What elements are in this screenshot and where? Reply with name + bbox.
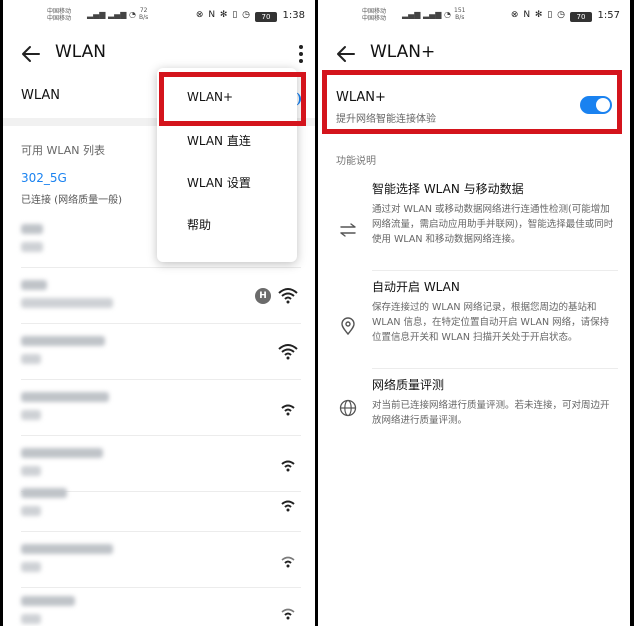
list-item[interactable] (3, 584, 315, 626)
blurred-detail (21, 466, 41, 476)
list-item[interactable] (3, 476, 315, 532)
page-title: WLAN+ (370, 42, 436, 62)
signal-icon: ▂▄▆ ▂▄▆ ◔ (402, 10, 451, 19)
menu-item-wlan-settings[interactable]: WLAN 设置 (187, 174, 251, 191)
wifi-icon (281, 460, 295, 472)
screenshot-pair: 中国移动 中国移动 ▂▄▆ ▂▄▆ ◔ 72 B/s ⊗ N ✻ ▯ ◷ 70 … (0, 0, 634, 626)
globe-icon (339, 399, 357, 417)
wifi-icon (281, 500, 295, 512)
network-speed: 72 B/s (139, 7, 148, 21)
feature-title: 网络质量评测 (372, 378, 445, 392)
system-icons: ⊗ N ✻ ▯ ◷ (195, 10, 251, 20)
speed-unit: B/s (455, 14, 465, 21)
status-bar: 中国移动 中国移动 ▂▄▆ ▂▄▆ ◔ 151 B/s ⊗ N ✻ ▯ ◷ 70… (318, 6, 630, 26)
carrier-2: 中国移动 (47, 15, 72, 22)
list-item[interactable] (3, 532, 315, 588)
blurred-ssid (21, 336, 105, 346)
list-item[interactable] (3, 380, 315, 436)
blurred-detail (21, 506, 41, 516)
divider (372, 270, 618, 271)
blurred-detail (21, 354, 41, 364)
signal-icon: ▂▄▆ ▂▄▆ ◔ (87, 10, 136, 19)
available-networks-label: 可用 WLAN 列表 (21, 144, 106, 157)
list-item[interactable] (3, 324, 315, 380)
speed-value: 72 (139, 7, 148, 14)
status-bar: 中国移动 中国移动 ▂▄▆ ▂▄▆ ◔ 72 B/s ⊗ N ✻ ▯ ◷ 70 … (3, 6, 315, 26)
feature-title: 自动开启 WLAN (372, 280, 460, 294)
feature-auto-wlan: 自动开启 WLAN 保存连接过的 WLAN 网络记录，根据您周边的基站和 WLA… (372, 278, 618, 345)
speed-value: 151 (454, 7, 466, 14)
feature-title: 智能选择 WLAN 与移动数据 (372, 182, 524, 196)
blurred-ssid (21, 448, 103, 458)
blurred-ssid (21, 488, 67, 498)
clock: 1:57 (597, 10, 620, 21)
feature-smart-select: 智能选择 WLAN 与移动数据 通过对 WLAN 或移动数据网络进行连通性检测(… (372, 180, 618, 247)
swap-arrows-icon (340, 223, 356, 237)
network-speed: 151 B/s (454, 7, 465, 21)
feature-desc: 通过对 WLAN 或移动数据网络进行连通性检测(可能增加网络流量，需启动应用助手… (372, 204, 614, 245)
wifi-icon (278, 344, 298, 360)
speed-unit: B/s (139, 14, 149, 21)
wlan-toggle-label[interactable]: WLAN (21, 88, 60, 103)
menu-item-help[interactable]: 帮助 (187, 216, 211, 233)
connected-network-status: 已连接 (网络质量一般) (21, 195, 122, 206)
page-title: WLAN (55, 42, 107, 62)
divider (372, 368, 618, 369)
right-screen: 中国移动 中国移动 ▂▄▆ ▂▄▆ ◔ 151 B/s ⊗ N ✻ ▯ ◷ 70… (318, 0, 630, 626)
menu-item-wlan-direct[interactable]: WLAN 直连 (187, 132, 251, 149)
back-arrow-icon[interactable] (334, 42, 358, 66)
blurred-detail (21, 242, 43, 252)
left-screen: 中国移动 中国移动 ▂▄▆ ▂▄▆ ◔ 72 B/s ⊗ N ✻ ▯ ◷ 70 … (3, 0, 315, 626)
blurred-ssid (21, 280, 47, 290)
carrier-1: 中国移动 (362, 8, 387, 15)
blurred-detail (21, 562, 41, 572)
connected-network-name[interactable]: 302_5G (21, 171, 67, 185)
title-bar: WLAN+ (318, 38, 630, 72)
wifi-icon (281, 404, 295, 416)
feature-quality-test: 网络质量评测 对当前已连接网络进行质量评测。若未连接，可对周边开放网络进行质量评… (372, 376, 618, 428)
wifi-icon (278, 288, 298, 304)
back-arrow-icon[interactable] (19, 42, 43, 66)
blurred-detail (21, 410, 41, 420)
hotspot-badge: H (255, 288, 271, 304)
blurred-ssid (21, 544, 113, 554)
carrier-2: 中国移动 (362, 15, 387, 22)
location-pin-icon (341, 317, 355, 336)
wifi-icon (281, 608, 295, 620)
list-item[interactable]: H (3, 268, 315, 324)
blurred-ssid (21, 596, 75, 606)
wifi-icon (281, 556, 295, 568)
blurred-ssid (21, 224, 43, 234)
battery-icon: 70 (255, 12, 277, 22)
section-label: 功能说明 (336, 156, 376, 167)
clock: 1:38 (282, 10, 305, 21)
more-options-icon[interactable] (295, 42, 307, 66)
highlight-box (159, 72, 306, 126)
system-icons: ⊗ N ✻ ▯ ◷ (510, 10, 566, 20)
blurred-detail (21, 298, 113, 308)
feature-desc: 对当前已连接网络进行质量评测。若未连接，可对周边开放网络进行质量评测。 (372, 400, 610, 426)
blurred-ssid (21, 392, 109, 402)
title-bar: WLAN (3, 38, 315, 72)
carrier-1: 中国移动 (47, 8, 72, 15)
battery-icon: 70 (570, 12, 592, 22)
blurred-detail (21, 614, 41, 624)
carrier-labels: 中国移动 中国移动 (47, 8, 71, 22)
carrier-labels: 中国移动 中国移动 (362, 8, 386, 22)
feature-desc: 保存连接过的 WLAN 网络记录，根据您周边的基站和 WLAN 信息，在特定位置… (372, 302, 610, 343)
highlight-box (322, 70, 622, 134)
